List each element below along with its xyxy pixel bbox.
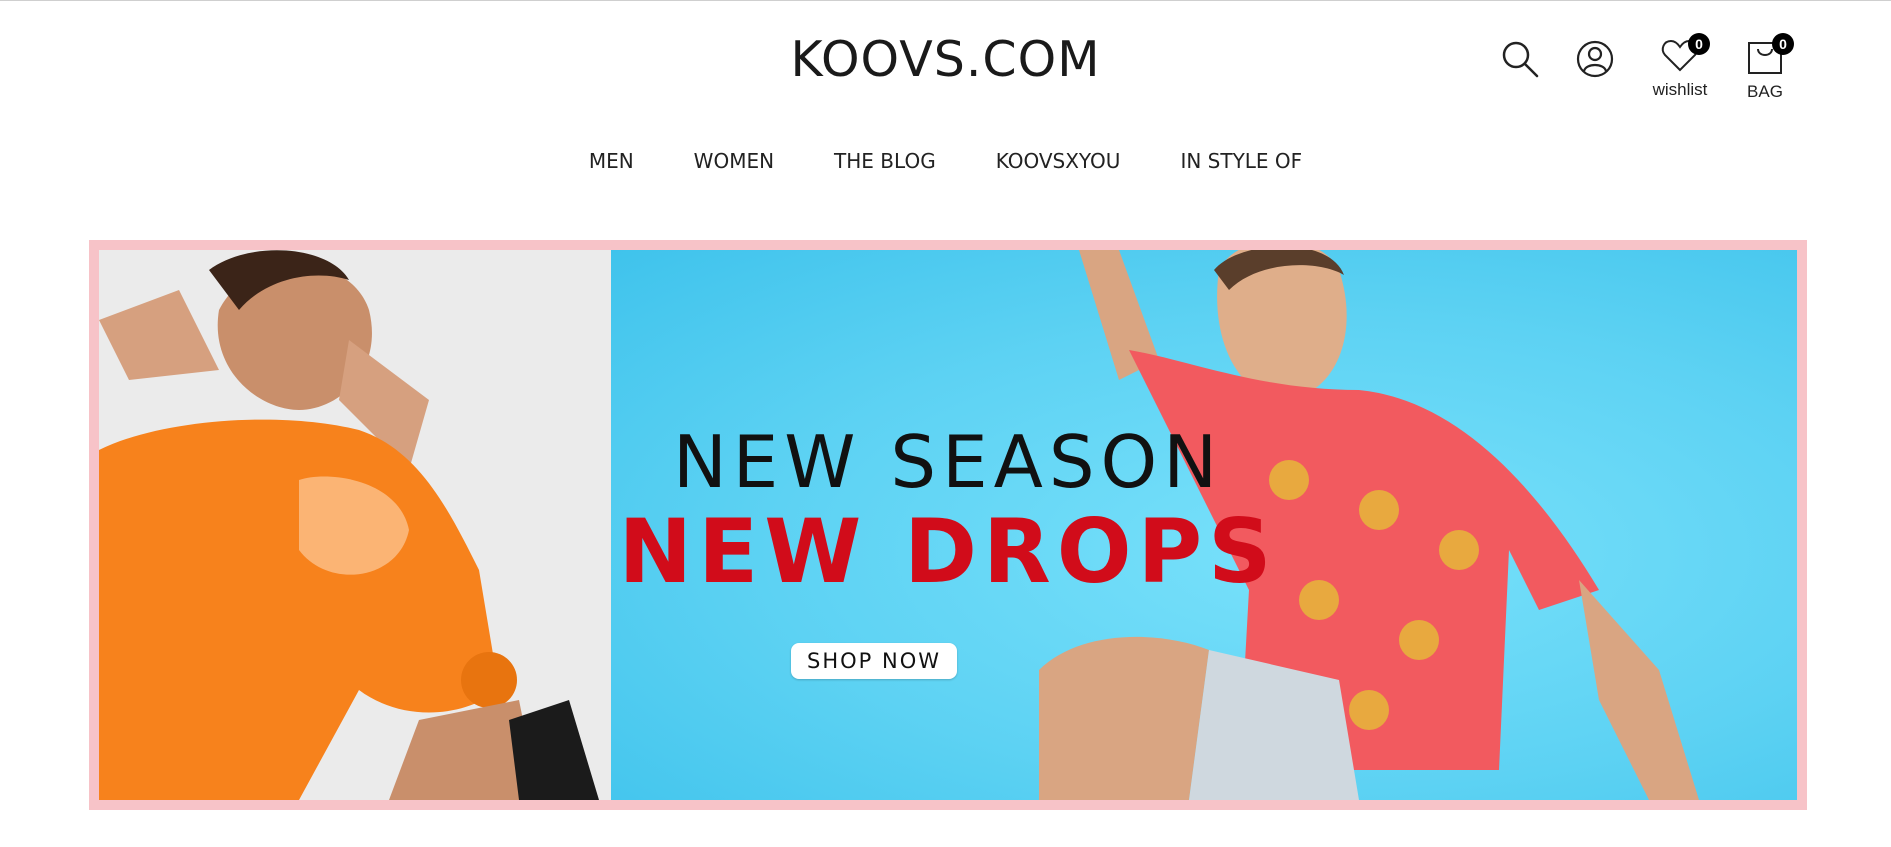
nav-item-women[interactable]: WOMEN xyxy=(664,149,804,173)
bag-icon: 0 xyxy=(1746,33,1794,75)
nav-item-koovsxyou[interactable]: KOOVSXYOU xyxy=(966,149,1151,173)
bag-count-badge: 0 xyxy=(1772,33,1794,55)
heart-icon: 0 xyxy=(1660,33,1710,73)
wishlist-button[interactable]: 0 wishlist xyxy=(1645,33,1715,100)
bag-label: BAG xyxy=(1747,82,1783,101)
wishlist-label: wishlist xyxy=(1652,80,1708,99)
hero-banner-image: NEW SEASON NEW DROPS SHOP NOW xyxy=(99,250,1797,800)
shop-now-button[interactable]: SHOP NOW xyxy=(791,643,957,679)
search-icon xyxy=(1500,39,1540,79)
banner-headline-new-season: NEW SEASON xyxy=(672,420,1224,504)
header-icons: 0 wishlist 0 BAG xyxy=(1490,33,1820,109)
site-header: KOOVS.COM 0 wishlist 0 BAG xyxy=(0,1,1891,121)
nav-item-the-blog[interactable]: THE BLOG xyxy=(804,149,966,173)
bag-button[interactable]: 0 BAG xyxy=(1735,33,1795,102)
hero-banner[interactable]: NEW SEASON NEW DROPS SHOP NOW xyxy=(89,240,1807,810)
nav-item-in-style-of[interactable]: IN STYLE OF xyxy=(1150,149,1332,173)
main-nav: MEN WOMEN THE BLOG KOOVSXYOU IN STYLE OF xyxy=(0,149,1891,173)
search-button[interactable] xyxy=(1500,39,1540,79)
account-button[interactable] xyxy=(1575,39,1615,79)
wishlist-count-badge: 0 xyxy=(1688,33,1710,55)
user-icon xyxy=(1575,39,1615,79)
nav-item-men[interactable]: MEN xyxy=(559,149,664,173)
banner-headline-new-drops: NEW DROPS xyxy=(618,500,1278,603)
